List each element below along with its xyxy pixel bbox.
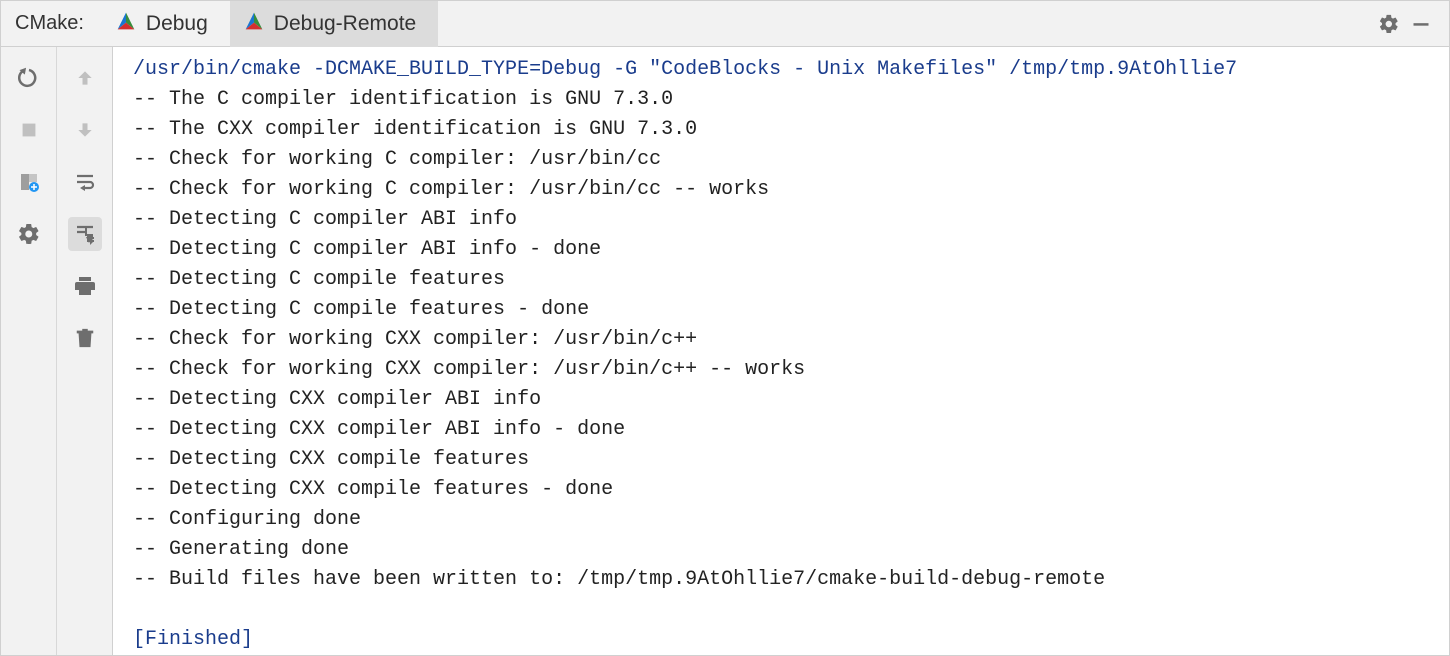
console-line: -- Check for working C compiler: /usr/bi… (133, 178, 769, 201)
arrow-up-icon (75, 68, 95, 88)
cmake-settings-button[interactable] (12, 217, 46, 251)
console-line: -- The C compiler identification is GNU … (133, 88, 673, 111)
console-line: -- Check for working CXX compiler: /usr/… (133, 328, 697, 351)
console-line: -- Configuring done (133, 508, 361, 531)
console-line: -- Build files have been written to: /tm… (133, 568, 1105, 591)
clear-button[interactable] (68, 321, 102, 355)
console-line: -- Generating done (133, 538, 349, 561)
down-button[interactable] (68, 113, 102, 147)
console-output[interactable]: /usr/bin/cmake -DCMAKE_BUILD_TYPE=Debug … (113, 47, 1449, 655)
tab-label: Debug-Remote (274, 12, 416, 36)
tab-label: Debug (146, 12, 208, 36)
gear-icon (1378, 13, 1400, 35)
console-line: -- Detecting C compiler ABI info - done (133, 238, 601, 261)
scroll-end-icon (73, 222, 97, 246)
console-line: -- Check for working C compiler: /usr/bi… (133, 148, 661, 171)
toolbar-column-right (57, 47, 113, 655)
cmake-icon (116, 11, 136, 37)
stop-icon (18, 119, 40, 141)
stop-button[interactable] (12, 113, 46, 147)
console-line: -- Check for working CXX compiler: /usr/… (133, 358, 805, 381)
console-line: -- Detecting C compile features (133, 268, 505, 291)
console-finished: [Finished] (133, 628, 253, 651)
arrow-down-icon (75, 120, 95, 140)
cmake-icon (244, 11, 264, 37)
console-line: -- Detecting CXX compile features - done (133, 478, 613, 501)
print-icon (73, 274, 97, 298)
minimize-icon (1411, 14, 1431, 34)
console-line: -- Detecting CXX compiler ABI info - don… (133, 418, 625, 441)
hide-button[interactable] (1405, 8, 1437, 40)
soft-wrap-icon (73, 170, 97, 194)
rerun-icon (17, 66, 41, 90)
toolbar-column-left (1, 47, 57, 655)
trash-icon (74, 326, 96, 350)
print-button[interactable] (68, 269, 102, 303)
console-line: -- Detecting C compile features - done (133, 298, 589, 321)
scroll-to-end-button[interactable] (68, 217, 102, 251)
tab-debug-remote[interactable]: Debug-Remote (230, 1, 438, 47)
build-icon (17, 170, 41, 194)
console-line: -- Detecting C compiler ABI info (133, 208, 517, 231)
panel-title: CMake: (15, 12, 84, 35)
cmake-panel-header: CMake: Debug Debug-Remote (1, 1, 1449, 47)
console-line: -- Detecting CXX compile features (133, 448, 529, 471)
rerun-button[interactable] (12, 61, 46, 95)
soft-wrap-button[interactable] (68, 165, 102, 199)
settings-button[interactable] (1373, 8, 1405, 40)
console-command: /usr/bin/cmake -DCMAKE_BUILD_TYPE=Debug … (133, 58, 1237, 81)
console-line: -- Detecting CXX compiler ABI info (133, 388, 541, 411)
up-button[interactable] (68, 61, 102, 95)
settings-icon (17, 222, 41, 246)
tab-debug[interactable]: Debug (102, 1, 230, 47)
console-line: -- The CXX compiler identification is GN… (133, 118, 697, 141)
build-button[interactable] (12, 165, 46, 199)
